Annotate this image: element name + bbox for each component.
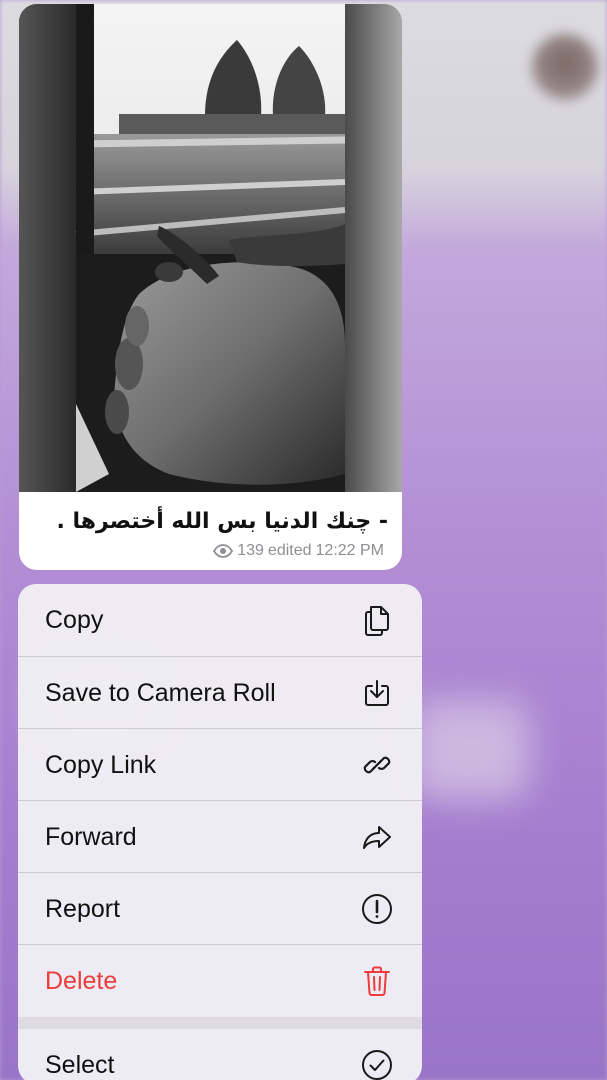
menu-item-select[interactable]: Select: [18, 1029, 422, 1080]
link-icon: [360, 748, 394, 782]
message-meta: 139 edited 12:22 PM: [213, 542, 384, 560]
menu-item-forward[interactable]: Forward: [18, 801, 422, 873]
menu-item-label: Delete: [45, 966, 118, 995]
background-blur: [410, 700, 530, 800]
menu-item-label: Copy Link: [45, 750, 157, 779]
photo-image: [19, 4, 402, 492]
views-icon: [213, 544, 234, 558]
avatar: [532, 34, 598, 100]
message-caption: - چنك الدنيا بس الله أختصرها .: [56, 509, 388, 534]
copy-icon: [360, 603, 394, 637]
trash-icon: [360, 964, 394, 998]
menu-item-copy-link[interactable]: Copy Link: [18, 729, 422, 801]
forward-icon: [360, 820, 394, 854]
download-icon: [360, 676, 394, 710]
menu-item-report[interactable]: Report: [18, 873, 422, 945]
menu-item-label: Report: [45, 894, 121, 923]
message-bubble[interactable]: - چنك الدنيا بس الله أختصرها . 139 edite…: [19, 4, 402, 570]
checkmark-circle-icon: [360, 1048, 394, 1080]
menu-item-label: Copy: [45, 605, 104, 634]
context-menu: Copy Save to Camera Roll Copy Link Forwa…: [18, 584, 422, 1080]
edited-label: edited: [267, 542, 312, 559]
views-count: 139: [237, 542, 264, 559]
menu-item-label: Save to Camera Roll: [45, 678, 276, 707]
menu-item-delete[interactable]: Delete: [18, 945, 422, 1017]
menu-item-label: Select: [45, 1050, 115, 1079]
menu-group-gap: [18, 1017, 422, 1029]
exclamation-circle-icon: [360, 892, 394, 926]
message-time: 12:22 PM: [315, 542, 384, 559]
menu-item-copy[interactable]: Copy: [18, 584, 422, 656]
menu-item-save-to-camera-roll[interactable]: Save to Camera Roll: [18, 657, 422, 729]
message-photo[interactable]: [19, 4, 402, 492]
menu-item-label: Forward: [45, 822, 137, 851]
